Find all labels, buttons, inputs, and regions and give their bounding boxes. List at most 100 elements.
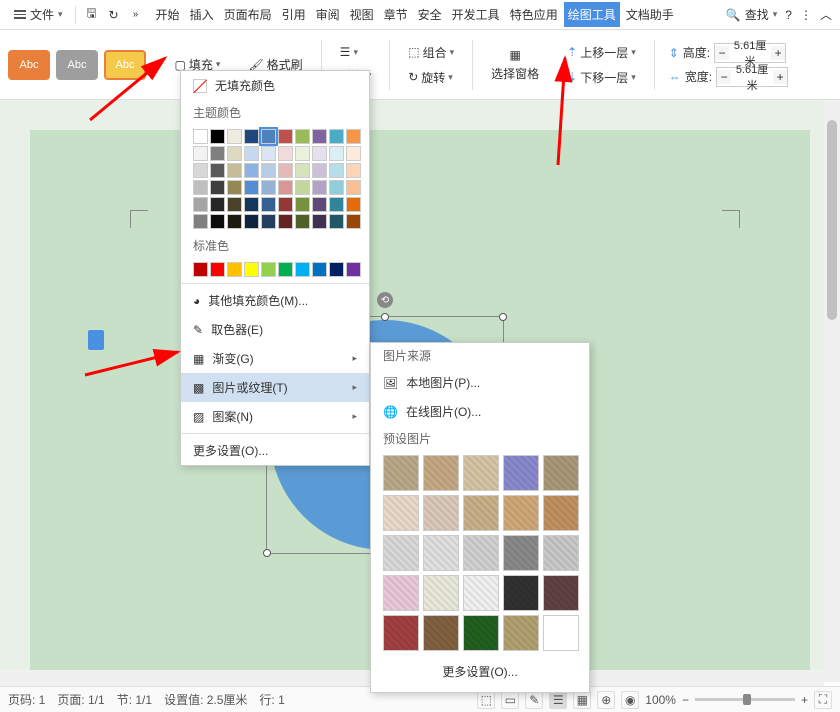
tab-dev[interactable]: 开发工具 [448, 2, 504, 27]
theme-swatch[interactable] [278, 146, 293, 161]
zoom-slider[interactable] [695, 698, 795, 701]
theme-swatch[interactable] [295, 197, 310, 212]
theme-swatch[interactable] [312, 180, 327, 195]
view-mode-1[interactable]: ⬚ [477, 691, 495, 709]
shape-style-1[interactable]: Abc [8, 50, 50, 80]
view-mode-5[interactable]: ▦ [573, 691, 591, 709]
theme-swatch[interactable] [346, 146, 361, 161]
theme-swatch[interactable] [329, 146, 344, 161]
texture-swatch[interactable] [423, 535, 459, 571]
text-wrap-button[interactable]: ☰▾ [336, 43, 376, 61]
standard-swatch[interactable] [329, 262, 344, 277]
handle-tr[interactable] [499, 313, 507, 321]
theme-swatch[interactable] [210, 214, 225, 229]
theme-swatch[interactable] [312, 214, 327, 229]
more-settings-item[interactable]: 更多设置(O)... [181, 436, 369, 465]
pattern-item[interactable]: ▨图案(N)▸ [181, 402, 369, 431]
texture-swatch[interactable] [503, 455, 539, 491]
theme-swatch[interactable] [329, 214, 344, 229]
theme-swatch[interactable] [261, 129, 276, 144]
texture-swatch[interactable] [383, 615, 419, 651]
theme-swatch[interactable] [346, 163, 361, 178]
texture-swatch[interactable] [503, 615, 539, 651]
no-fill-item[interactable]: 无填充颜色 [181, 71, 369, 100]
texture-swatch[interactable] [543, 575, 579, 611]
theme-swatch[interactable] [210, 163, 225, 178]
theme-swatch[interactable] [295, 163, 310, 178]
view-mode-4[interactable]: ☰ [549, 691, 567, 709]
theme-swatch[interactable] [261, 214, 276, 229]
scrollbar-thumb[interactable] [827, 120, 837, 320]
theme-swatch[interactable] [193, 214, 208, 229]
theme-swatch[interactable] [227, 129, 242, 144]
theme-swatch[interactable] [312, 146, 327, 161]
texture-swatch[interactable] [543, 535, 579, 571]
texture-swatch[interactable] [423, 495, 459, 531]
gradient-item[interactable]: ▦渐变(G)▸ [181, 344, 369, 373]
texture-swatch[interactable] [543, 615, 579, 651]
menu-button[interactable]: 文件 ▾ [8, 4, 69, 25]
theme-swatch[interactable] [261, 197, 276, 212]
side-tag-icon[interactable] [88, 330, 104, 350]
texture-swatch[interactable] [463, 455, 499, 491]
zoom-label[interactable]: 100% [645, 693, 676, 707]
tab-reference[interactable]: 引用 [278, 2, 310, 27]
bring-forward-button[interactable]: ⇡上移一层▾ [563, 42, 640, 63]
standard-swatch[interactable] [346, 262, 361, 277]
texture-swatch[interactable] [503, 575, 539, 611]
theme-swatch[interactable] [278, 180, 293, 195]
theme-swatch[interactable] [312, 163, 327, 178]
theme-swatch[interactable] [210, 197, 225, 212]
more-colors-item[interactable]: ◕其他填充颜色(M)... [181, 286, 369, 315]
standard-swatch[interactable] [278, 262, 293, 277]
page-label[interactable]: 页面: 1/1 [57, 691, 104, 708]
vertical-scrollbar[interactable] [824, 100, 840, 682]
texture-swatch[interactable] [383, 455, 419, 491]
theme-swatch[interactable] [193, 129, 208, 144]
texture-swatch[interactable] [463, 535, 499, 571]
theme-swatch[interactable] [210, 180, 225, 195]
tab-assistant[interactable]: 文档助手 [622, 2, 678, 27]
send-backward-button[interactable]: ⇣下移一层▾ [563, 67, 640, 88]
theme-swatch[interactable] [227, 163, 242, 178]
texture-swatch[interactable] [423, 615, 459, 651]
tab-review[interactable]: 审阅 [312, 2, 344, 27]
texture-swatch[interactable] [423, 575, 459, 611]
texture-swatch[interactable] [383, 535, 419, 571]
texture-swatch[interactable] [543, 455, 579, 491]
theme-swatch[interactable] [312, 129, 327, 144]
more-icon[interactable]: » [126, 5, 146, 25]
theme-swatch[interactable] [278, 197, 293, 212]
theme-swatch[interactable] [346, 197, 361, 212]
search-button[interactable]: 🔍 查找 ▾ [726, 6, 778, 23]
texture-swatch[interactable] [503, 535, 539, 571]
view-mode-3[interactable]: ✎ [525, 691, 543, 709]
height-input[interactable]: −5.61厘米+ [714, 43, 786, 63]
texture-swatch[interactable] [503, 495, 539, 531]
handle-tm[interactable] [381, 313, 389, 321]
width-input[interactable]: −5.61厘米+ [716, 67, 788, 87]
picture-texture-item[interactable]: ▩图片或纹理(T)▸ [181, 373, 369, 402]
tab-start[interactable]: 开始 [152, 2, 184, 27]
rotate-handle[interactable]: ⟲ [377, 292, 393, 308]
theme-swatch[interactable] [295, 180, 310, 195]
online-image-item[interactable]: 🌐在线图片(O)... [371, 397, 589, 426]
view-mode-2[interactable]: ▭ [501, 691, 519, 709]
section-label[interactable]: 节: 1/1 [117, 691, 152, 708]
theme-swatch[interactable] [295, 129, 310, 144]
theme-swatch[interactable] [227, 214, 242, 229]
theme-swatch[interactable] [278, 129, 293, 144]
tab-insert[interactable]: 插入 [186, 2, 218, 27]
handle-bl[interactable] [263, 549, 271, 557]
collapse-icon[interactable]: ︿ [820, 6, 832, 23]
theme-swatch[interactable] [227, 146, 242, 161]
options-icon[interactable]: ⋮ [800, 8, 812, 22]
theme-swatch[interactable] [244, 146, 259, 161]
theme-swatch[interactable] [329, 197, 344, 212]
page-num-label[interactable]: 页码: 1 [8, 691, 45, 708]
theme-swatch[interactable] [193, 146, 208, 161]
shape-style-3[interactable]: Abc [104, 50, 146, 80]
view-mode-6[interactable]: ⊕ [597, 691, 615, 709]
select-pane-button[interactable]: ▦ 选择窗格 [487, 46, 543, 84]
tab-layout[interactable]: 页面布局 [220, 2, 276, 27]
